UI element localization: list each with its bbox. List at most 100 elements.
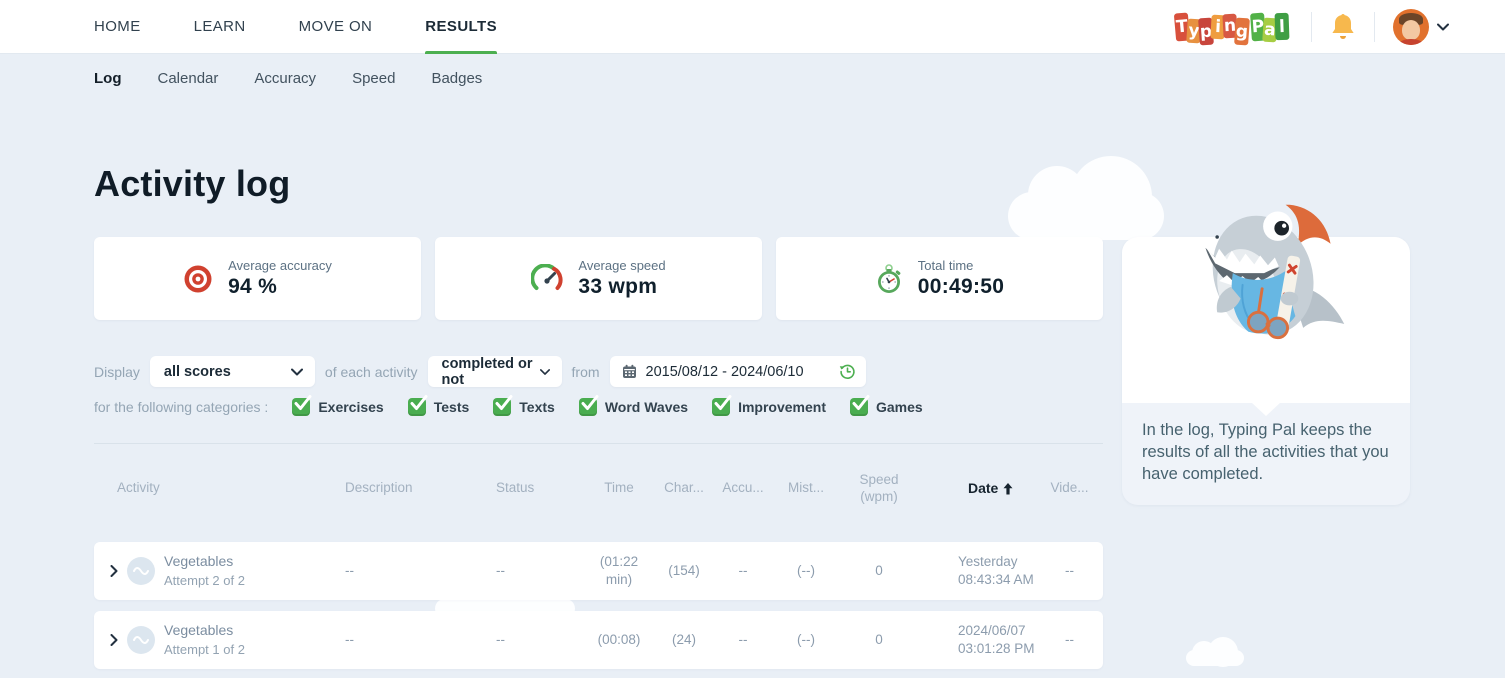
table-row[interactable]: Vegetables Attempt 1 of 2 -- -- (00:08) … [94, 611, 1103, 669]
checkbox-checked-icon[interactable] [850, 398, 868, 416]
stat-value: 33 wpm [578, 275, 665, 299]
checkbox-checked-icon[interactable] [579, 398, 597, 416]
tab-badges[interactable]: Badges [431, 66, 482, 91]
divider [1311, 12, 1312, 42]
category-improvement[interactable]: Improvement [712, 398, 826, 416]
activity-table-header: Activity Description Status Time Char...… [94, 472, 1103, 506]
table-row[interactable]: Vegetables Attempt 2 of 2 -- -- (01:22 m… [94, 542, 1103, 600]
activity-wave-icon [127, 557, 155, 585]
checkbox-checked-icon[interactable] [408, 398, 426, 416]
category-tests[interactable]: Tests [408, 398, 470, 416]
stat-value: 94 % [228, 275, 332, 299]
col-mistakes[interactable]: Mist... [772, 480, 840, 497]
expand-row-icon[interactable] [110, 565, 118, 577]
col-speed[interactable]: Speed (wpm) [840, 472, 918, 506]
date-range-field[interactable]: 2015/08/12 - 2024/06/10 [610, 356, 866, 387]
account-menu[interactable] [1393, 9, 1449, 45]
notifications-button[interactable] [1330, 13, 1356, 41]
typingpal-logo[interactable]: TypingPal [1177, 13, 1293, 41]
target-icon [183, 264, 213, 294]
checkbox-checked-icon[interactable] [493, 398, 511, 416]
stat-average-speed: Average speed 33 wpm [435, 237, 762, 320]
reset-date-icon[interactable] [839, 363, 856, 380]
cell-description: -- [334, 562, 474, 580]
nav-learn[interactable]: LEARN [194, 0, 246, 53]
category-label: Texts [519, 399, 555, 415]
stat-total-time: Total time 00:49:50 [776, 237, 1103, 320]
activity-name: Vegetables [164, 621, 245, 640]
scores-select[interactable]: all scores [150, 356, 315, 387]
cell-date: Yesterday 08:43:34 AM [918, 553, 1036, 589]
category-texts[interactable]: Texts [493, 398, 555, 416]
cell-status: -- [474, 562, 584, 580]
checkbox-checked-icon[interactable] [292, 398, 310, 416]
speedometer-icon [531, 264, 563, 294]
logo-letter: g [1234, 18, 1250, 46]
bell-icon [1330, 13, 1356, 41]
cell-mistakes: (--) [772, 562, 840, 580]
tab-speed[interactable]: Speed [352, 66, 395, 91]
category-label: Games [876, 399, 923, 415]
top-navigation-bar: HOME LEARN MOVE ON RESULTS TypingPal [0, 0, 1505, 54]
tab-calendar[interactable]: Calendar [158, 66, 219, 91]
cell-status: -- [474, 631, 584, 649]
checkbox-checked-icon[interactable] [712, 398, 730, 416]
display-label: Display [94, 364, 140, 380]
category-word-waves[interactable]: Word Waves [579, 398, 688, 416]
cell-time: (01:22 min) [584, 553, 654, 589]
categories-row: for the following categories : Exercises… [94, 398, 923, 416]
tab-accuracy[interactable]: Accuracy [254, 66, 316, 91]
nav-move-on[interactable]: MOVE ON [299, 0, 373, 53]
summary-stats: Average accuracy 94 % Average speed 33 w… [94, 237, 1103, 320]
activity-name: Vegetables [164, 552, 245, 571]
cell-accuracy: -- [714, 631, 772, 649]
divider [1374, 12, 1375, 42]
category-label: Tests [434, 399, 470, 415]
chevron-down-icon [291, 368, 303, 376]
col-activity[interactable]: Activity [94, 480, 334, 497]
col-date-label: Date [968, 480, 998, 498]
category-exercises[interactable]: Exercises [292, 398, 383, 416]
avatar [1393, 9, 1429, 45]
cell-mistakes: (--) [772, 631, 840, 649]
from-label: from [572, 364, 600, 380]
col-video[interactable]: Vide... [1036, 480, 1103, 497]
category-label: Exercises [318, 399, 383, 415]
activity-attempt: Attempt 1 of 2 [164, 641, 245, 659]
stat-label: Average speed [578, 258, 665, 273]
completed-select[interactable]: completed or not [428, 356, 562, 387]
cell-speed: 0 [840, 631, 918, 649]
cell-date: 2024/06/07 03:01:28 PM [918, 622, 1036, 658]
stat-label: Average accuracy [228, 258, 332, 273]
mascot-tip-panel: In the log, Typing Pal keeps the results… [1122, 237, 1410, 505]
cell-characters: (24) [654, 631, 714, 649]
page-title: Activity log [94, 163, 290, 205]
nav-results[interactable]: RESULTS [425, 0, 497, 53]
cell-accuracy: -- [714, 562, 772, 580]
typing-pal-shark-mascot [1180, 193, 1356, 365]
main-nav: HOME LEARN MOVE ON RESULTS [94, 0, 497, 53]
col-date-sorted[interactable]: Date [918, 480, 1036, 498]
col-status[interactable]: Status [474, 480, 584, 497]
chevron-down-icon [540, 368, 550, 376]
expand-row-icon[interactable] [110, 634, 118, 646]
tab-log[interactable]: Log [94, 66, 122, 91]
scores-select-value: all scores [164, 364, 231, 380]
category-label: Word Waves [605, 399, 688, 415]
category-label: Improvement [738, 399, 826, 415]
topbar-right: TypingPal [1177, 9, 1449, 45]
nav-home[interactable]: HOME [94, 0, 141, 53]
cell-description: -- [334, 631, 474, 649]
category-games[interactable]: Games [850, 398, 923, 416]
col-characters[interactable]: Char... [654, 480, 714, 497]
categories-label: for the following categories : [94, 399, 268, 415]
col-time[interactable]: Time [584, 480, 654, 497]
mascot-tip-text: In the log, Typing Pal keeps the results… [1142, 420, 1394, 485]
col-description[interactable]: Description [334, 480, 474, 497]
cell-time: (00:08) [584, 631, 654, 649]
activity-attempt: Attempt 2 of 2 [164, 572, 245, 590]
cell-video: -- [1036, 562, 1103, 580]
cell-video: -- [1036, 631, 1103, 649]
col-accuracy[interactable]: Accu... [714, 480, 772, 497]
cell-characters: (154) [654, 562, 714, 580]
